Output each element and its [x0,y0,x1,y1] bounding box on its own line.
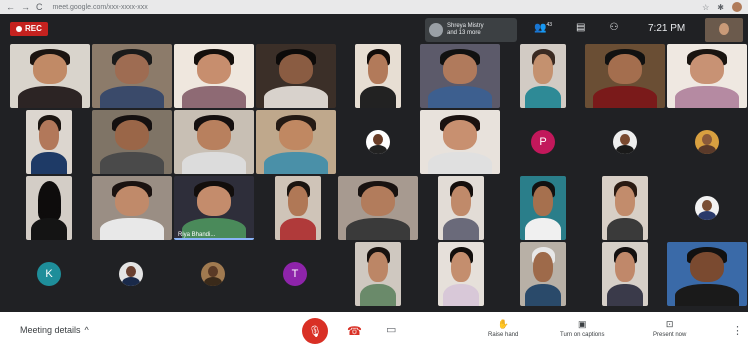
participant-tile[interactable] [338,176,418,240]
people-icon[interactable]: 👥43 [534,22,552,33]
avatar [119,262,143,286]
avatar-k: K [37,262,61,286]
mic-off-icon: 🎙 [308,325,322,338]
participant-tile[interactable] [92,176,172,240]
participant-tile[interactable] [174,44,254,108]
captions-label: Turn on captions [560,332,605,338]
self-view-thumbnail[interactable] [705,18,743,42]
participant-tile[interactable] [355,44,401,108]
participant-tile[interactable] [667,242,747,306]
avatar-p: P [531,130,555,154]
participant-tile[interactable] [256,44,336,108]
chat-icon[interactable]: ▤ [576,22,585,33]
clock: 7:21 PM [648,23,686,34]
participant-grid: P Riya Bhandi... K T [0,44,748,312]
record-dot-icon [16,26,22,32]
participant-avatar-tile[interactable]: P [520,110,566,174]
participant-tile[interactable] [602,176,648,240]
camera-toggle-button[interactable]: ▭ [386,323,396,336]
forward-icon[interactable]: → [21,0,30,14]
captions-icon: ▣ [577,319,587,329]
participant-tile[interactable] [520,44,566,108]
profile-icon[interactable] [732,2,742,12]
hang-up-icon: ☎ [347,324,362,338]
participant-tile[interactable] [92,110,172,174]
address-field[interactable]: meet.google.com/xxx-xxxx-xxx [53,4,148,11]
participant-tile[interactable] [438,176,484,240]
more-options-icon[interactable]: ⋮ [732,324,743,337]
participant-tile-speaking[interactable]: Riya Bhandi... [174,176,254,240]
participant-avatar-tile[interactable] [684,110,730,174]
participant-tile[interactable] [420,44,500,108]
participant-tile[interactable] [275,176,321,240]
participant-tile[interactable] [174,110,254,174]
participant-avatar-tile[interactable] [355,110,401,174]
participant-avatar-tile[interactable] [190,242,236,306]
puzzle-icon[interactable]: ✱ [717,3,724,12]
present-now-button[interactable]: ⊡ Present now [653,319,686,338]
participant-tile[interactable] [420,110,500,174]
presenter-more: and 13 more [447,30,481,36]
participant-avatar-tile[interactable]: K [26,242,72,306]
people-count: 43 [546,22,553,28]
chevron-up-icon: ^ [84,325,89,335]
recording-label: REC [25,24,42,33]
participant-tile[interactable] [602,242,648,306]
participant-tile[interactable] [355,242,401,306]
participant-tile[interactable] [26,176,72,240]
present-label: Present now [653,332,687,338]
speaking-indicator [174,238,254,240]
participant-tile[interactable] [585,44,665,108]
participant-tile[interactable] [667,44,747,108]
hand-icon: ✋ [497,319,509,329]
meeting-details-label: Meeting details [20,325,81,335]
avatar [613,130,637,154]
activities-icon[interactable]: ⚇ [609,22,618,33]
browser-url-bar: ← → C meet.google.com/xxx-xxxx-xxx ☆ ✱ [0,0,748,14]
participant-avatar-tile[interactable] [602,110,648,174]
avatar [695,130,719,154]
raise-hand-label: Raise hand [488,332,519,338]
captions-button[interactable]: ▣ Turn on captions [560,319,604,338]
meeting-details-button[interactable]: Meeting details ^ [20,325,89,335]
avatar [366,130,390,154]
participant-avatar-tile[interactable]: T [272,242,318,306]
participant-tile[interactable] [92,44,172,108]
star-icon[interactable]: ☆ [702,3,709,12]
meeting-control-bar: Meeting details ^ 🎙 ☎ ▭ ✋ Raise hand ▣ T… [0,312,748,348]
participant-tile[interactable] [520,242,566,306]
raise-hand-button[interactable]: ✋ Raise hand [488,319,518,338]
meeting-top-bar: REC Shreya Mistry and 13 more 👥43 ▤ ⚇ 7:… [0,14,748,44]
participant-tile[interactable] [438,242,484,306]
participant-tile[interactable] [26,110,72,174]
participant-tile[interactable] [520,176,566,240]
camera-icon: ▭ [386,324,397,336]
presenter-chip[interactable]: Shreya Mistry and 13 more [425,18,517,42]
recording-badge: REC [10,22,48,36]
participant-tile[interactable] [10,44,90,108]
avatar-t: T [283,262,307,286]
participant-tile[interactable] [256,110,336,174]
avatar [695,196,719,220]
back-icon[interactable]: ← [6,0,15,14]
leave-call-button[interactable]: ☎ [347,324,362,338]
participant-avatar-tile[interactable] [684,176,730,240]
microphone-toggle-button[interactable]: 🎙 [302,318,328,344]
participant-avatar-tile[interactable] [108,242,154,306]
presenter-avatar [429,23,443,37]
reload-icon[interactable]: C [36,0,43,14]
avatar [201,262,225,286]
presenter-name: Shreya Mistry [447,23,484,29]
present-icon: ⊡ [665,319,674,329]
